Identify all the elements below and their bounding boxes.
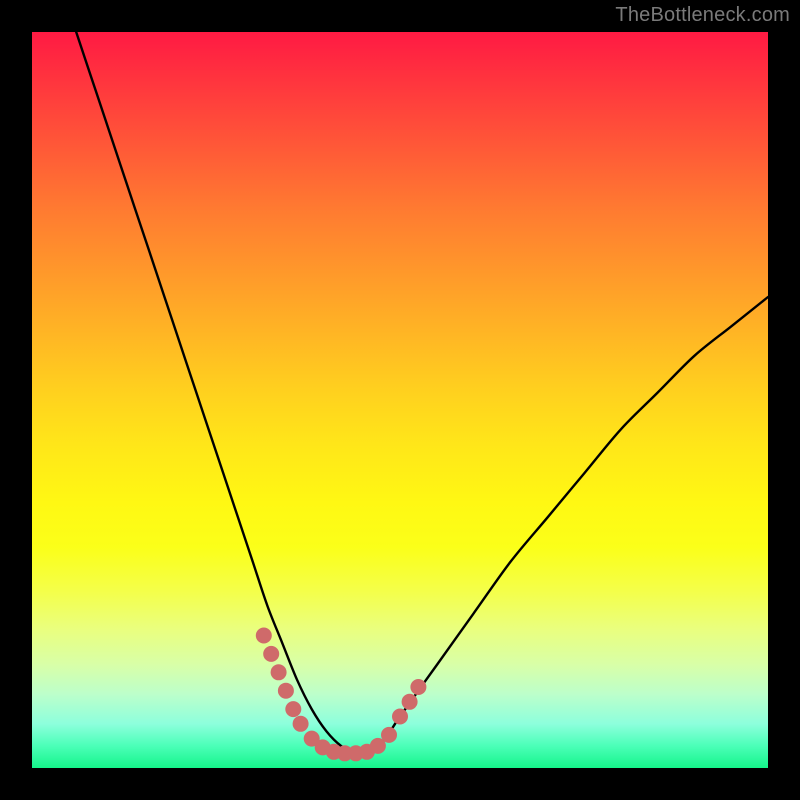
curve-marker xyxy=(293,716,309,732)
curve-marker xyxy=(271,664,287,680)
curve-markers xyxy=(256,628,427,762)
curve-marker xyxy=(263,646,279,662)
chart-stage: TheBottleneck.com xyxy=(0,0,800,800)
curve-svg xyxy=(32,32,768,768)
bottleneck-curve xyxy=(76,32,768,754)
curve-marker xyxy=(402,694,418,710)
curve-marker xyxy=(278,683,294,699)
watermark-text: TheBottleneck.com xyxy=(615,4,790,27)
curve-marker xyxy=(285,701,301,717)
curve-marker xyxy=(381,727,397,743)
curve-marker xyxy=(256,628,272,644)
curve-marker xyxy=(410,679,426,695)
curve-marker xyxy=(392,709,408,725)
